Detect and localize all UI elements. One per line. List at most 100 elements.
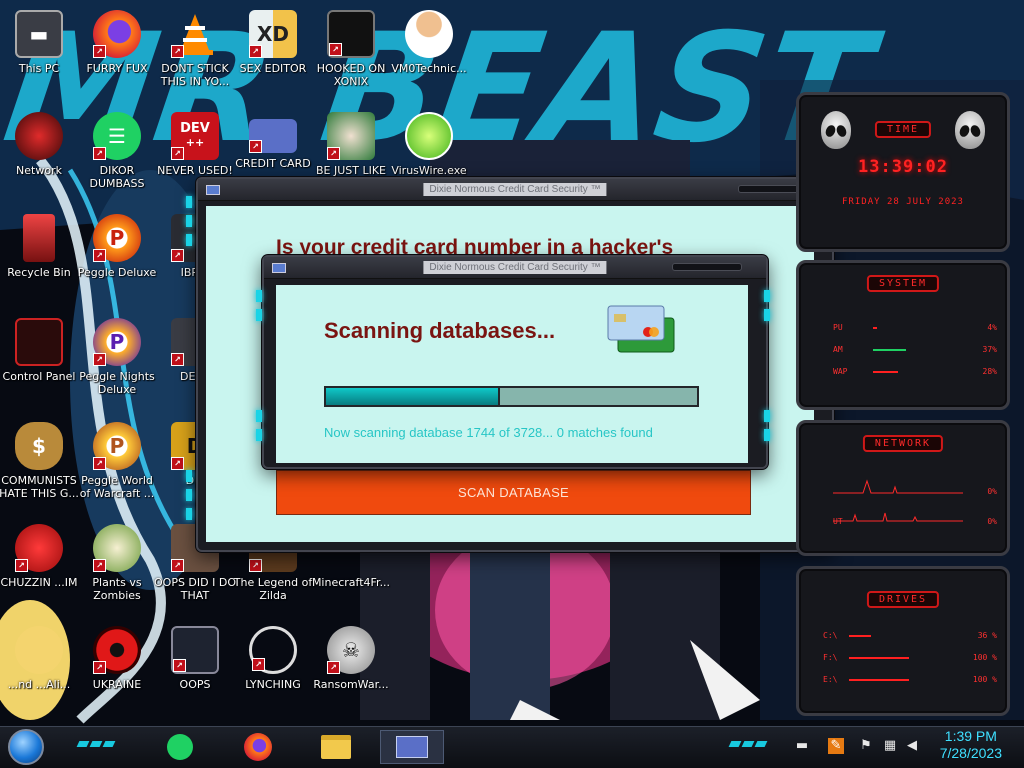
network-out-label: UT bbox=[833, 517, 843, 526]
drives-gadget[interactable]: DRIVES C:\ 36 % F:\ 100 % E:\ 100 % bbox=[796, 566, 1010, 716]
radiation-icon: ↗ bbox=[93, 626, 141, 674]
cpu-row: PU 4% bbox=[833, 323, 997, 335]
desktop-icon-hooked-on-xonix[interactable]: ↗ HOOKED ON XONIX bbox=[309, 4, 393, 100]
swap-label: WAP bbox=[833, 367, 848, 376]
drive-c-value: 36 % bbox=[977, 631, 997, 640]
desktop-icon-label: Peggle Nights Deluxe bbox=[79, 370, 155, 396]
clock-gadget[interactable]: TIME 13:39:02 FRIDAY 28 JULY 2023 bbox=[796, 92, 1010, 252]
drive-c-label: C:\ bbox=[823, 631, 838, 640]
shortcut-arrow-icon: ↗ bbox=[249, 45, 262, 58]
desktop-icon-ukraine[interactable]: ↗ UKRAINE bbox=[75, 620, 159, 716]
window-led-strip bbox=[256, 410, 262, 441]
desktop-icon-label: VM0Technic... bbox=[391, 62, 467, 75]
network-in-row: 0% bbox=[833, 487, 997, 499]
start-button[interactable] bbox=[8, 729, 44, 765]
desktop-icon-lynching[interactable]: ↗ LYNCHING bbox=[231, 620, 315, 716]
desktop-icon-recycle-bin[interactable]: Recycle Bin bbox=[0, 208, 81, 304]
clock-time: 13:39:02 bbox=[858, 157, 948, 177]
desktop-icon-label: CREDIT CARD bbox=[235, 157, 311, 170]
cpu-label: PU bbox=[833, 323, 843, 332]
tray-volume-icon[interactable]: ◀ bbox=[904, 738, 920, 754]
dev-badge-text: DEV bbox=[180, 121, 210, 136]
desktop-icon-dont-stick[interactable]: ↗ DONT STICK THIS IN YO... bbox=[153, 4, 237, 100]
taskbar-credit-card-app[interactable] bbox=[380, 730, 444, 764]
desktop-icon-peggle-nights[interactable]: P ↗ Peggle Nights Deluxe bbox=[75, 312, 159, 408]
drive-e-row: E:\ 100 % bbox=[823, 675, 997, 687]
cpu-value: 4% bbox=[987, 323, 997, 332]
desktop-icon-label: OOPS bbox=[179, 678, 211, 691]
taskbar-file-explorer[interactable] bbox=[308, 730, 364, 764]
money-bag-icon: $ bbox=[15, 422, 63, 470]
desktop-icon-peggle-wow[interactable]: P ↗ Peggle World of Warcraft ... bbox=[75, 416, 159, 512]
desktop-icon-control-panel[interactable]: Control Panel bbox=[0, 312, 81, 408]
scan-database-button[interactable]: SCAN DATABASE bbox=[276, 470, 751, 515]
skull-icon: ☠ ↗ bbox=[327, 626, 375, 674]
desktop-icon-oops[interactable]: ↗ OOPS bbox=[153, 620, 237, 716]
tray-app-icon[interactable]: ✎ bbox=[828, 738, 844, 754]
scan-status-text: Now scanning database 1744 of 3728... 0 … bbox=[324, 425, 653, 440]
window-led-strip bbox=[764, 410, 770, 441]
shortcut-arrow-icon: ↗ bbox=[93, 559, 106, 572]
taskbar-decoration bbox=[76, 741, 116, 747]
desktop-icon-dikor-dumbass[interactable]: ☰ ↗ DIKOR DUMBASS bbox=[75, 106, 159, 202]
shortcut-arrow-icon: ↗ bbox=[327, 661, 340, 674]
desktop-icon-ransomware[interactable]: ☠ ↗ RansomWar... bbox=[309, 620, 393, 716]
network-header: NETWORK bbox=[862, 435, 944, 452]
tray-flag-icon[interactable]: ⚑ bbox=[858, 738, 874, 754]
desktop-icon-label: Peggle World of Warcraft ... bbox=[79, 474, 155, 500]
peggle-icon: P ↗ bbox=[93, 318, 141, 366]
scanning-heading: Scanning databases... bbox=[324, 318, 556, 343]
desktop-icon-vm0technic[interactable]: VM0Technic... bbox=[387, 4, 471, 100]
desktop-icon-ali[interactable]: ...nd ...Ali... bbox=[0, 620, 81, 716]
drive-f-label: F:\ bbox=[823, 653, 838, 662]
credit-card-icon: ↗ bbox=[249, 119, 297, 153]
peggle-icon: P ↗ bbox=[93, 214, 141, 262]
tray-overflow-icon[interactable]: ▬ bbox=[794, 738, 810, 754]
vlc-cone-icon: ↗ bbox=[171, 10, 219, 58]
shortcut-arrow-icon: ↗ bbox=[171, 457, 184, 470]
taskbar-chat-app[interactable] bbox=[152, 730, 208, 764]
drive-e-label: E:\ bbox=[823, 675, 838, 684]
desktop-icon-label: CHUZZIN ...IM bbox=[0, 576, 78, 589]
desktop-icon-plants-vs-zombies[interactable]: ↗ Plants vs Zombies bbox=[75, 518, 159, 614]
dev-badge-subtext: ++ bbox=[185, 136, 205, 149]
swap-row: WAP 28% bbox=[833, 367, 997, 379]
shortcut-arrow-icon: ↗ bbox=[327, 147, 340, 160]
desktop-icon-label: DIKOR DUMBASS bbox=[89, 164, 145, 190]
taskbar-firefox[interactable] bbox=[230, 730, 286, 764]
shortcut-arrow-icon: ↗ bbox=[249, 140, 262, 153]
tray-network-icon[interactable]: ▦ bbox=[882, 738, 898, 754]
drive-c-row: C:\ 36 % bbox=[823, 631, 997, 643]
clock-date: FRIDAY 28 JULY 2023 bbox=[842, 197, 964, 207]
taskbar-clock[interactable]: 1:39 PM 7/28/2023 bbox=[940, 728, 1002, 762]
desktop-icon-this-pc[interactable]: ▬ This PC bbox=[0, 4, 81, 100]
window-titlebar[interactable]: Dixie Normous Credit Card Security ™ bbox=[198, 179, 832, 201]
desktop-icon-label: FURRY FUX bbox=[86, 62, 148, 75]
app-icon: ↗ bbox=[171, 626, 219, 674]
doctor-icon bbox=[405, 10, 453, 58]
desktop-icon-label: Network bbox=[16, 164, 62, 177]
desktop-icon-network[interactable]: Network bbox=[0, 106, 81, 202]
alien-head-icon bbox=[821, 111, 851, 149]
desktop-icon-furry-fux[interactable]: ↗ FURRY FUX bbox=[75, 4, 159, 100]
desktop-icon-label: The Legend of Zilda bbox=[233, 576, 313, 602]
network-gadget[interactable]: NETWORK 0% UT 0% bbox=[796, 420, 1010, 556]
desktop-icon-communists[interactable]: $ COMMUNISTS HATE THIS G... bbox=[0, 416, 81, 512]
desktop-icon-label: COMMUNISTS HATE THIS G... bbox=[0, 474, 79, 500]
ram-row: AM 37% bbox=[833, 345, 997, 357]
window-led-strip bbox=[186, 196, 192, 246]
desktop-icon-peggle-deluxe[interactable]: P ↗ Peggle Deluxe bbox=[75, 208, 159, 304]
desktop-icon-sex-editor[interactable]: XD ↗ SEX EDITOR bbox=[231, 4, 315, 100]
shortcut-arrow-icon: ↗ bbox=[171, 45, 184, 58]
desktop-icon-label: SEX EDITOR bbox=[239, 62, 307, 75]
drive-f-row: F:\ 100 % bbox=[823, 653, 997, 665]
shortcut-arrow-icon: ↗ bbox=[93, 661, 106, 674]
window-titlebar[interactable]: Dixie Normous Credit Card Security ™ bbox=[264, 257, 766, 279]
santa-icon: ↗ bbox=[327, 112, 375, 160]
shortcut-arrow-icon: ↗ bbox=[93, 353, 106, 366]
desktop-icon-chuzzin[interactable]: ↗ CHUZZIN ...IM bbox=[0, 518, 81, 614]
system-gadget[interactable]: SYSTEM PU 4% AM 37% WAP 28% bbox=[796, 260, 1010, 410]
window-led-strip bbox=[186, 470, 192, 520]
ram-bar bbox=[873, 349, 907, 351]
cpu-bar bbox=[873, 327, 877, 329]
